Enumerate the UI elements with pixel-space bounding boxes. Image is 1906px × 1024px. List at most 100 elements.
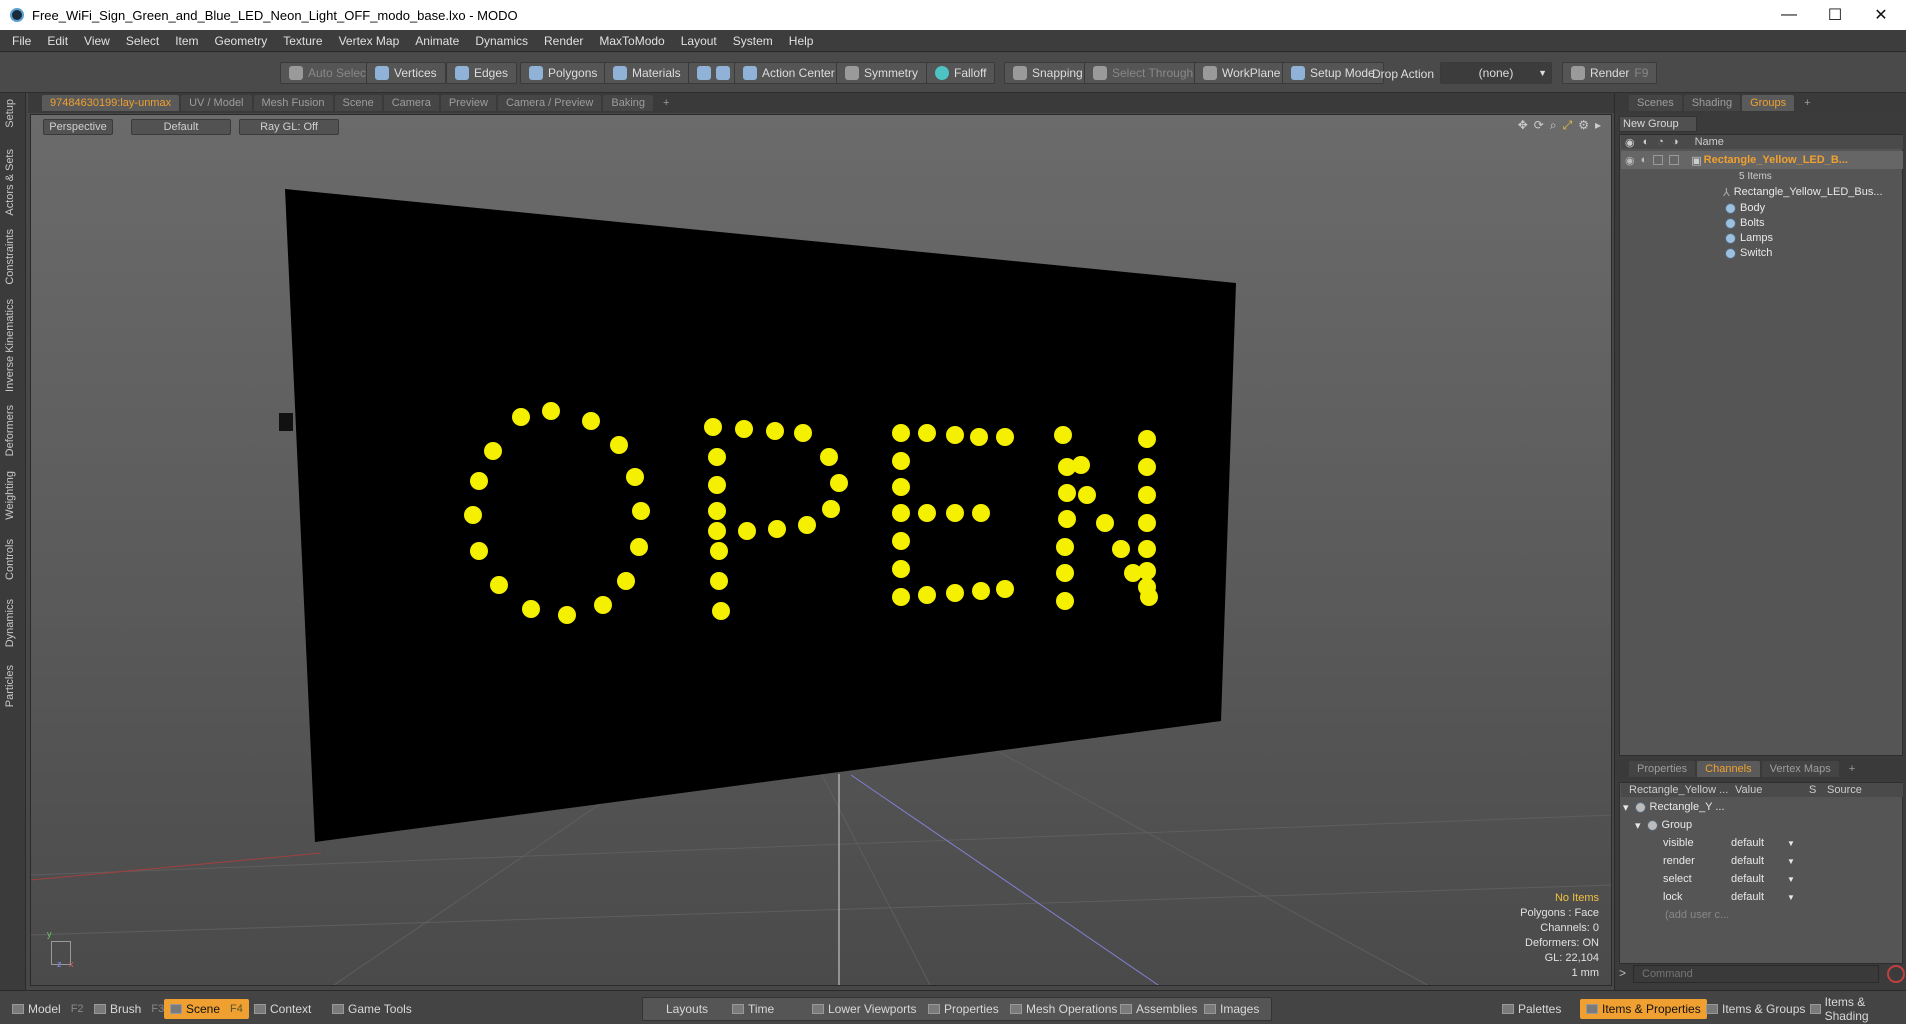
chevron-down-icon[interactable]: ▼ bbox=[1787, 857, 1795, 866]
render-button[interactable]: Render F9 bbox=[1562, 62, 1658, 84]
3d-viewport[interactable]: Perspective Default Ray GL: Off ✥ ⟳ ⌕ ⤢ … bbox=[30, 114, 1612, 986]
edges-button[interactable]: Edges bbox=[446, 62, 518, 84]
tab-weighting[interactable]: Weighting bbox=[4, 471, 16, 520]
rotate-view-icon[interactable]: ⟳ bbox=[1534, 118, 1544, 133]
auto-select-button[interactable]: Auto Select bbox=[280, 62, 379, 84]
menu-dynamics[interactable]: Dynamics bbox=[467, 34, 536, 48]
lock-toggle[interactable] bbox=[1653, 155, 1664, 165]
tab-groups[interactable]: Groups bbox=[1742, 95, 1795, 111]
tab-preview[interactable]: Preview bbox=[440, 95, 496, 111]
menu-item[interactable]: Item bbox=[167, 34, 206, 48]
time-button[interactable]: Time bbox=[726, 999, 780, 1019]
channel-item-row[interactable]: ▾ Rectangle_Y ... bbox=[1623, 798, 1725, 816]
tab-camera-preview[interactable]: Camera / Preview bbox=[497, 95, 602, 111]
tab-scene[interactable]: Scene bbox=[334, 95, 382, 111]
collapse-icon[interactable]: ▾ bbox=[1623, 801, 1629, 814]
items-shading-button[interactable]: Items & Shading bbox=[1804, 995, 1906, 1023]
tab-uv-model[interactable]: UV / Model bbox=[181, 95, 252, 111]
channel-row[interactable]: visible default ▼ bbox=[1663, 834, 1899, 852]
channel-row[interactable]: render default ▼ bbox=[1663, 852, 1899, 870]
add-panel-tab-button[interactable]: + bbox=[1796, 95, 1818, 111]
add-user-channel[interactable]: (add user c... bbox=[1665, 906, 1729, 924]
chevron-down-icon[interactable]: ▼ bbox=[1787, 875, 1795, 884]
items-groups-button[interactable]: Items & Groups bbox=[1700, 999, 1811, 1019]
menu-system[interactable]: System bbox=[725, 34, 781, 48]
polygons-button[interactable]: Polygons bbox=[520, 62, 607, 84]
menu-render[interactable]: Render bbox=[536, 34, 591, 48]
workplane-button[interactable]: WorkPlane bbox=[1194, 62, 1290, 84]
close-button[interactable]: ✕ bbox=[1858, 0, 1904, 30]
collapse-icon[interactable]: ▾ bbox=[1635, 819, 1641, 832]
tab-channels[interactable]: Channels bbox=[1697, 761, 1760, 777]
mesh-operations-button[interactable]: Mesh Operations bbox=[1004, 999, 1123, 1019]
menu-animate[interactable]: Animate bbox=[407, 34, 467, 48]
menu-texture[interactable]: Texture bbox=[275, 34, 330, 48]
viewport-settings-icon[interactable]: ⚙ bbox=[1578, 118, 1589, 133]
channel-group-row[interactable]: ▾ Group bbox=[1635, 816, 1692, 834]
images-button[interactable]: Images bbox=[1198, 999, 1265, 1019]
group-child-row[interactable]: Switch bbox=[1725, 244, 1772, 262]
led-sign-board[interactable] bbox=[285, 189, 1236, 842]
tab-scenes[interactable]: Scenes bbox=[1629, 95, 1682, 111]
tab-camera[interactable]: Camera bbox=[383, 95, 439, 111]
symmetry-button[interactable]: Symmetry bbox=[836, 62, 927, 84]
action-center-button[interactable]: Action Center bbox=[734, 62, 844, 84]
menu-vertex-map[interactable]: Vertex Map bbox=[331, 34, 408, 48]
properties-button[interactable]: Properties bbox=[922, 999, 1005, 1019]
menu-view[interactable]: View bbox=[76, 34, 118, 48]
tab-dynamics[interactable]: Dynamics bbox=[4, 599, 16, 647]
viewport-expand-icon[interactable]: ▸ bbox=[1595, 118, 1601, 133]
select-through-button[interactable]: Select Through bbox=[1084, 62, 1203, 84]
vertices-button[interactable]: Vertices bbox=[366, 62, 446, 84]
setup-mode-button[interactable]: Setup Mode bbox=[1282, 62, 1384, 84]
move-view-icon[interactable]: ✥ bbox=[1518, 118, 1528, 133]
assemblies-button[interactable]: Assemblies bbox=[1114, 999, 1203, 1019]
menu-maxtomodo[interactable]: MaxToModo bbox=[591, 34, 672, 48]
palettes-button[interactable]: Palettes bbox=[1496, 999, 1567, 1019]
menu-geometry[interactable]: Geometry bbox=[207, 34, 276, 48]
model-layout-button[interactable]: Model F2 bbox=[6, 999, 90, 1019]
tab-actors-sets[interactable]: Actors & Sets bbox=[4, 149, 16, 216]
add-tab-button[interactable]: + bbox=[655, 95, 677, 111]
tab-shading[interactable]: Shading bbox=[1683, 95, 1741, 111]
tab-particles[interactable]: Particles bbox=[4, 665, 16, 707]
snapping-button[interactable]: Snapping bbox=[1004, 62, 1092, 84]
tab-setup[interactable]: Setup bbox=[4, 99, 16, 128]
materials-button[interactable]: Materials bbox=[604, 62, 690, 84]
scene-layout-button[interactable]: Scene F4 bbox=[164, 999, 249, 1019]
channel-row[interactable]: lock default ▼ bbox=[1663, 888, 1899, 906]
context-layout-button[interactable]: Context bbox=[248, 999, 317, 1019]
zoom-view-icon[interactable]: ⌕ bbox=[1550, 118, 1557, 133]
menu-select[interactable]: Select bbox=[118, 34, 167, 48]
tab-vertex-maps[interactable]: Vertex Maps bbox=[1761, 761, 1839, 777]
items-properties-button[interactable]: Items & Properties bbox=[1580, 999, 1707, 1019]
visibility-toggle-icon[interactable]: ◉ bbox=[1625, 154, 1635, 167]
tab-baking[interactable]: Baking bbox=[603, 95, 654, 111]
tab-properties[interactable]: Properties bbox=[1629, 761, 1696, 777]
falloff-button[interactable]: Falloff bbox=[926, 62, 996, 84]
drop-action-select[interactable]: (none) ▼ bbox=[1440, 62, 1552, 84]
brush-layout-button[interactable]: Brush F3 bbox=[88, 999, 170, 1019]
layouts-button[interactable]: Layouts bbox=[660, 999, 714, 1019]
menu-edit[interactable]: Edit bbox=[39, 34, 76, 48]
pivot-buttons[interactable] bbox=[688, 62, 739, 84]
select-toggle[interactable] bbox=[1669, 155, 1680, 165]
minimize-button[interactable]: — bbox=[1766, 0, 1812, 30]
command-input[interactable] bbox=[1633, 965, 1879, 983]
tab-controls[interactable]: Controls bbox=[4, 539, 16, 580]
tab-deformers[interactable]: Deformers bbox=[4, 405, 16, 456]
tab-constraints[interactable]: Constraints bbox=[4, 229, 16, 285]
channel-row[interactable]: select default ▼ bbox=[1663, 870, 1899, 888]
view-type-button[interactable]: Perspective bbox=[43, 119, 113, 135]
new-group-button[interactable]: New Group bbox=[1619, 116, 1697, 132]
raygl-button[interactable]: Ray GL: Off bbox=[239, 119, 339, 135]
render-toggle-icon[interactable]: ◐ bbox=[1641, 154, 1648, 166]
game-tools-layout-button[interactable]: Game Tools bbox=[326, 999, 418, 1019]
menu-layout[interactable]: Layout bbox=[673, 34, 725, 48]
chevron-down-icon[interactable]: ▼ bbox=[1787, 893, 1795, 902]
fit-view-icon[interactable]: ⤢ bbox=[1563, 118, 1573, 133]
maximize-button[interactable]: ☐ bbox=[1812, 0, 1858, 30]
tab-layout-unmax[interactable]: 97484630199:lay-unmax bbox=[42, 95, 180, 111]
tab-mesh-fusion[interactable]: Mesh Fusion bbox=[253, 95, 333, 111]
add-bottom-tab-button[interactable]: + bbox=[1841, 761, 1863, 777]
